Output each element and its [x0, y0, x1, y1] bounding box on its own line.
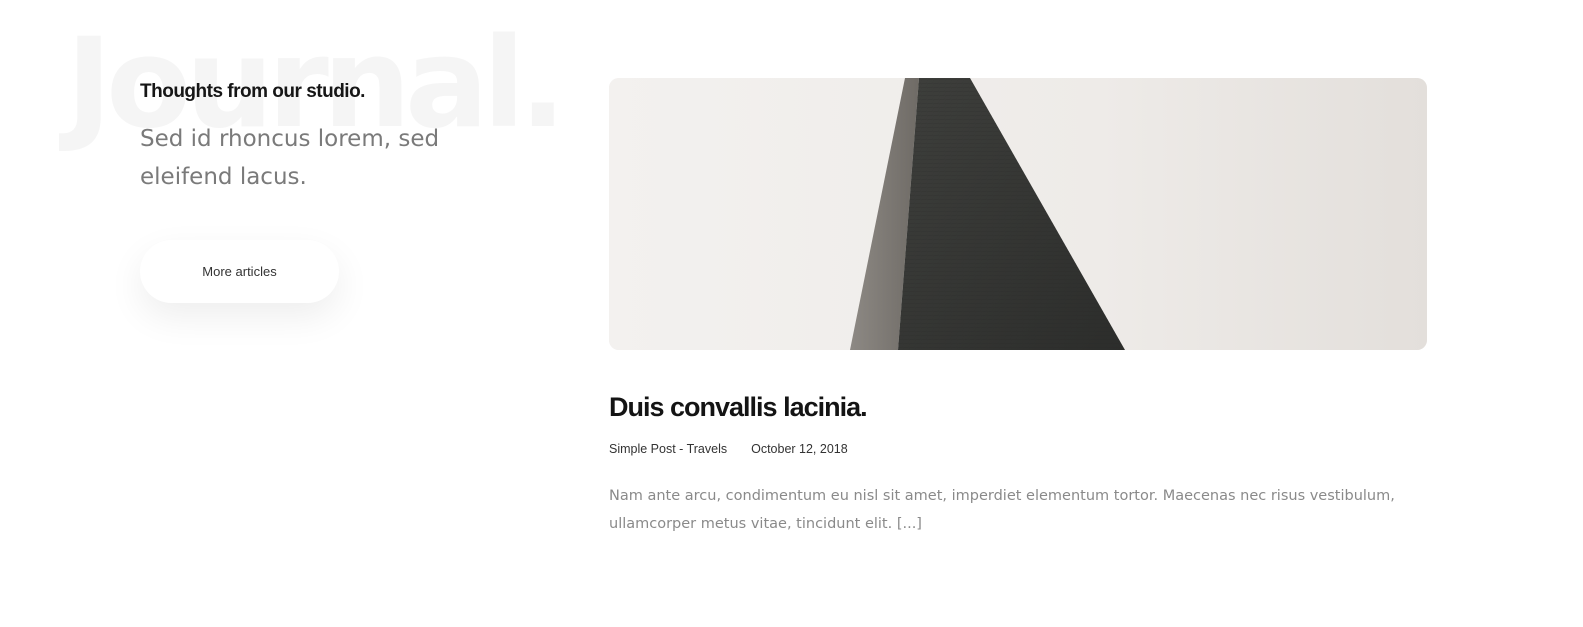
post-title[interactable]: Duis convallis lacinia.	[609, 390, 1427, 424]
post-thumbnail[interactable]	[609, 78, 1427, 350]
section-eyebrow: Thoughts from our studio.	[140, 81, 365, 102]
intro-section: Thoughts from our studio. Sed id rhoncus…	[140, 78, 470, 196]
post-thumbnail-image	[609, 78, 1427, 350]
post-date: October 12, 2018	[751, 442, 848, 456]
post-excerpt: Nam ante arcu, condimentum eu nisl sit a…	[609, 488, 1395, 532]
section-lead-text: Sed id rhoncus lorem, sed eleifend lacus…	[140, 126, 440, 190]
more-articles-button[interactable]: More articles	[140, 240, 339, 303]
post-category-link[interactable]: Simple Post - Travels	[609, 440, 727, 458]
post-meta: Simple Post - Travels October 12, 2018	[609, 440, 1427, 458]
post-card: Duis convallis lacinia. Simple Post - Tr…	[609, 78, 1427, 538]
